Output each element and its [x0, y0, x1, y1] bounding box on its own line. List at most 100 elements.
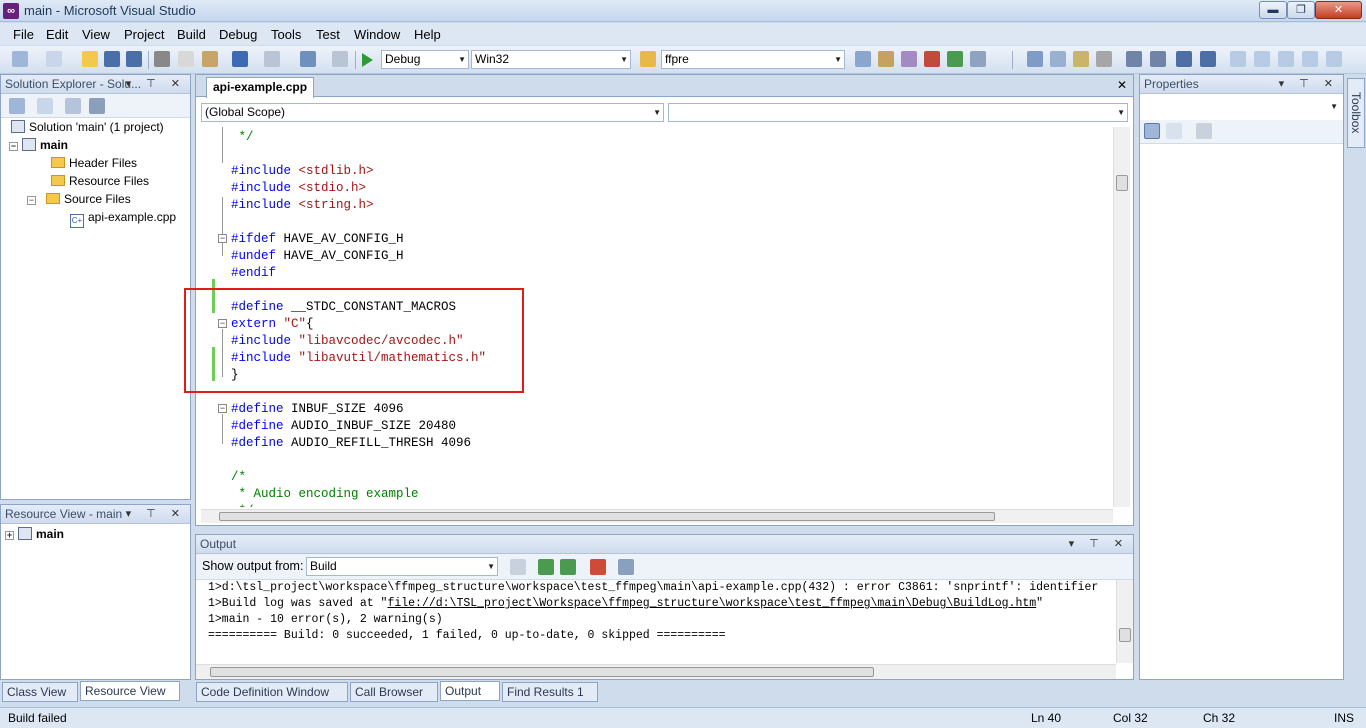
navigate-forward-icon[interactable] [332, 51, 348, 67]
list-members-icon[interactable] [1050, 51, 1066, 67]
panel-controls[interactable]: ▾ ⊤ ✕ [126, 75, 186, 93]
clear-all-icon[interactable] [590, 559, 606, 575]
refresh-icon[interactable] [65, 98, 81, 114]
next-message-icon[interactable] [560, 559, 576, 575]
tree-item-resource-files[interactable]: Resource Files [51, 174, 149, 188]
minimize-button[interactable]: ▬ [1259, 1, 1287, 19]
tree-item-solution[interactable]: Solution 'main' (1 project) [11, 120, 164, 134]
open-file-icon[interactable] [82, 51, 98, 67]
build-log-link[interactable]: file://d:\TSL_project\Workspace\ffmpeg_s… [387, 597, 1036, 610]
tree-item-source-files[interactable]: − Source Files [27, 192, 131, 206]
start-page-icon[interactable] [947, 51, 963, 67]
scrollbar-thumb[interactable] [219, 512, 995, 521]
editor-horizontal-scrollbar[interactable] [201, 509, 1113, 523]
editor-vertical-scrollbar[interactable] [1113, 127, 1130, 507]
add-item-icon[interactable] [46, 51, 62, 67]
menu-build[interactable]: Build [177, 27, 206, 42]
tab-find-results-1[interactable]: Find Results 1 [502, 682, 598, 702]
menu-tools[interactable]: Tools [271, 27, 301, 42]
tab-code-definition-window[interactable]: Code Definition Window [196, 682, 348, 702]
toggle-word-wrap-icon[interactable] [618, 559, 634, 575]
output-source-dropdown[interactable]: Build ▼ [306, 557, 498, 576]
close-button[interactable]: ✕ [1315, 1, 1362, 19]
solution-platform-dropdown[interactable]: Win32 ▼ [471, 50, 631, 69]
collapse-icon[interactable]: − [9, 142, 18, 151]
tab-output[interactable]: Output [440, 681, 500, 701]
property-pages-icon[interactable] [1196, 123, 1212, 139]
close-document-icon[interactable]: ✕ [1117, 78, 1127, 92]
parameter-info-icon[interactable] [1073, 51, 1089, 67]
tree-item-project-main[interactable]: − main [9, 138, 68, 152]
solution-configuration-dropdown[interactable]: Debug ▼ [381, 50, 469, 69]
bookmark-icon[interactable] [1230, 51, 1246, 67]
clear-bookmarks-icon[interactable] [1326, 51, 1342, 67]
categorized-icon[interactable] [1144, 123, 1160, 139]
output-vertical-scrollbar[interactable] [1116, 580, 1133, 663]
redo-icon[interactable] [264, 51, 280, 67]
increase-indent-icon[interactable] [1150, 51, 1166, 67]
cut-icon[interactable] [154, 51, 170, 67]
object-browser-icon[interactable] [901, 51, 917, 67]
text-editor-icon[interactable] [1027, 51, 1043, 67]
find-message-icon[interactable] [510, 559, 526, 575]
new-project-icon[interactable] [12, 51, 28, 67]
solution-explorer-icon[interactable] [855, 51, 871, 67]
menu-project[interactable]: Project [124, 27, 164, 42]
save-all-icon[interactable] [126, 51, 142, 67]
menu-help[interactable]: Help [414, 27, 441, 42]
comment-out-icon[interactable] [1176, 51, 1192, 67]
save-icon[interactable] [104, 51, 120, 67]
find-in-files-icon[interactable] [640, 51, 656, 67]
tree-item-api-example-cpp[interactable]: C+ api-example.cpp [70, 210, 176, 228]
start-debugging-icon[interactable] [362, 53, 373, 67]
properties-window-icon[interactable] [878, 51, 894, 67]
paste-icon[interactable] [202, 51, 218, 67]
panel-controls[interactable]: ▾ ⊤ ✕ [1279, 75, 1339, 93]
quick-info-icon[interactable] [1096, 51, 1112, 67]
maximize-button[interactable]: ❐ [1287, 1, 1315, 19]
scrollbar-thumb[interactable] [1116, 175, 1128, 191]
next-bookmark-in-folder-icon[interactable] [1302, 51, 1318, 67]
menu-view[interactable]: View [82, 27, 110, 42]
uncomment-icon[interactable] [1200, 51, 1216, 67]
chevron-down-icon: ▼ [620, 55, 628, 64]
menu-window[interactable]: Window [354, 27, 400, 42]
scrollbar-thumb[interactable] [1119, 628, 1131, 642]
navigate-backward-icon[interactable] [300, 51, 316, 67]
tab-api-example-cpp[interactable]: api-example.cpp [206, 77, 315, 98]
find-input[interactable]: ffpre ▼ [661, 50, 845, 69]
properties-object-dropdown[interactable]: ▼ [1142, 97, 1341, 116]
toolbox-icon[interactable] [924, 51, 940, 67]
panel-controls[interactable]: ▾ ⊤ ✕ [126, 505, 186, 523]
resource-tree-item-main[interactable]: + main [5, 527, 64, 541]
collapse-region-icon[interactable]: − [218, 404, 227, 413]
command-window-icon[interactable] [970, 51, 986, 67]
view-class-diagram-icon[interactable] [89, 98, 105, 114]
collapse-region-icon[interactable]: − [218, 234, 227, 243]
panel-controls[interactable]: ▾ ⊤ ✕ [1069, 535, 1129, 553]
menu-edit[interactable]: Edit [46, 27, 68, 42]
member-dropdown[interactable]: ▼ [668, 103, 1128, 122]
alphabetical-icon[interactable] [1166, 123, 1182, 139]
tree-item-header-files[interactable]: Header Files [51, 156, 137, 170]
decrease-indent-icon[interactable] [1126, 51, 1142, 67]
undo-icon[interactable] [232, 51, 248, 67]
scope-dropdown[interactable]: (Global Scope) ▼ [201, 103, 664, 122]
output-horizontal-scrollbar[interactable] [196, 664, 1116, 679]
menu-test[interactable]: Test [316, 27, 340, 42]
scrollbar-thumb[interactable] [210, 667, 874, 677]
menu-file[interactable]: File [13, 27, 34, 42]
toolbox-tab[interactable]: Toolbox [1347, 78, 1365, 148]
previous-message-icon[interactable] [538, 559, 554, 575]
copy-icon[interactable] [178, 51, 194, 67]
collapse-icon[interactable]: − [27, 196, 36, 205]
menu-debug[interactable]: Debug [219, 27, 257, 42]
show-all-files-icon[interactable] [37, 98, 53, 114]
tab-resource-view[interactable]: Resource View [80, 681, 180, 701]
next-bookmark-icon[interactable] [1278, 51, 1294, 67]
tab-call-browser[interactable]: Call Browser [350, 682, 438, 702]
tab-class-view[interactable]: Class View [2, 682, 78, 702]
expand-icon[interactable]: + [5, 531, 14, 540]
properties-icon[interactable] [9, 98, 25, 114]
previous-bookmark-icon[interactable] [1254, 51, 1270, 67]
